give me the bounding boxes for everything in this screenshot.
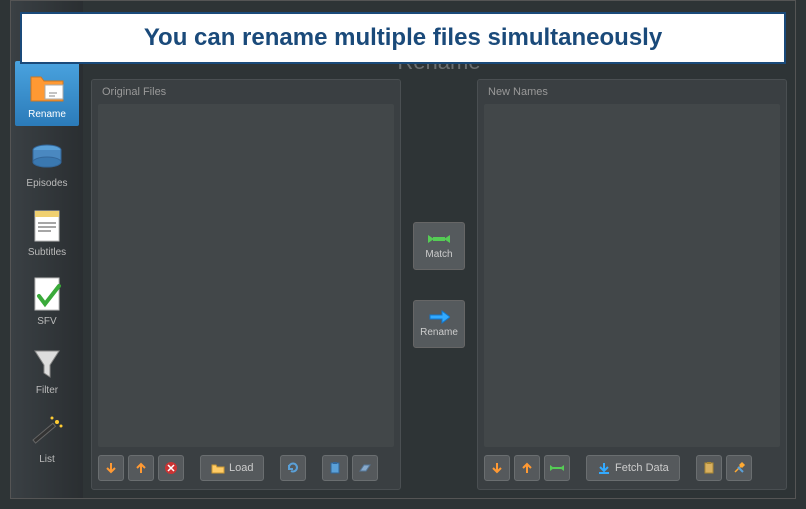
sidebar-item-label: Episodes bbox=[26, 178, 67, 189]
arrow-down-icon bbox=[104, 461, 118, 475]
fetch-data-button[interactable]: Fetch Data bbox=[586, 455, 680, 481]
sidebar-item-rename[interactable]: Rename bbox=[15, 61, 79, 126]
sidebar: Rename Episodes Subtitles bbox=[11, 1, 83, 498]
match-button-label: Match bbox=[425, 249, 452, 260]
clipboard-button[interactable] bbox=[696, 455, 722, 481]
folder-icon bbox=[211, 461, 225, 475]
new-names-header: New Names bbox=[478, 80, 786, 104]
clipboard-icon bbox=[702, 461, 716, 475]
sidebar-item-label: Rename bbox=[28, 109, 66, 120]
load-button[interactable]: Load bbox=[200, 455, 264, 481]
new-names-panel: New Names Fetch Data bbox=[477, 79, 787, 490]
sidebar-item-filter[interactable]: Filter bbox=[11, 337, 83, 402]
sidebar-item-list[interactable]: List bbox=[11, 406, 83, 471]
sidebar-item-sfv[interactable]: SFV bbox=[11, 268, 83, 333]
clear-icon bbox=[358, 461, 372, 475]
tools-icon bbox=[732, 461, 746, 475]
notepad-icon bbox=[27, 205, 67, 245]
annotation-banner: You can rename multiple files simultaneo… bbox=[20, 12, 786, 64]
fetch-icon bbox=[597, 461, 611, 475]
fetch-data-label: Fetch Data bbox=[615, 462, 669, 474]
sidebar-item-episodes[interactable]: Episodes bbox=[11, 130, 83, 195]
original-files-list[interactable] bbox=[98, 104, 394, 447]
move-down-button[interactable] bbox=[98, 455, 124, 481]
new-names-toolbar: Fetch Data bbox=[478, 447, 786, 489]
match-button[interactable]: Match bbox=[413, 222, 465, 270]
sidebar-item-label: Filter bbox=[36, 385, 58, 396]
match-icon bbox=[428, 231, 450, 247]
settings-button[interactable] bbox=[726, 455, 752, 481]
swap-button[interactable] bbox=[544, 455, 570, 481]
disc-icon bbox=[27, 136, 67, 176]
original-files-toolbar: Load bbox=[92, 447, 400, 489]
move-up-button[interactable] bbox=[128, 455, 154, 481]
center-actions: Match Rename bbox=[409, 79, 469, 490]
new-names-list[interactable] bbox=[484, 104, 780, 447]
rename-button[interactable]: Rename bbox=[413, 300, 465, 348]
folder-rename-icon bbox=[27, 67, 67, 107]
main-area: Rename Original Files bbox=[83, 1, 795, 498]
refresh-icon bbox=[286, 461, 300, 475]
checkdoc-icon bbox=[27, 274, 67, 314]
clipboard-button[interactable] bbox=[322, 455, 348, 481]
sidebar-item-label: Subtitles bbox=[28, 247, 66, 258]
clear-button[interactable] bbox=[352, 455, 378, 481]
sidebar-item-subtitles[interactable]: Subtitles bbox=[11, 199, 83, 264]
wand-icon bbox=[27, 412, 67, 452]
funnel-icon bbox=[27, 343, 67, 383]
swap-icon bbox=[550, 461, 564, 475]
load-button-label: Load bbox=[229, 462, 253, 474]
sidebar-item-label: List bbox=[39, 454, 55, 465]
arrow-up-icon bbox=[134, 461, 148, 475]
refresh-button[interactable] bbox=[280, 455, 306, 481]
remove-icon bbox=[164, 461, 178, 475]
remove-button[interactable] bbox=[158, 455, 184, 481]
move-up-button[interactable] bbox=[514, 455, 540, 481]
rename-button-label: Rename bbox=[420, 327, 458, 338]
rename-arrow-icon bbox=[428, 309, 450, 325]
original-files-header: Original Files bbox=[92, 80, 400, 104]
original-files-panel: Original Files Load bbox=[91, 79, 401, 490]
sidebar-item-label: SFV bbox=[37, 316, 56, 327]
arrow-up-icon bbox=[520, 461, 534, 475]
annotation-banner-text: You can rename multiple files simultaneo… bbox=[144, 24, 662, 52]
arrow-down-icon bbox=[490, 461, 504, 475]
clipboard-icon bbox=[328, 461, 342, 475]
move-down-button[interactable] bbox=[484, 455, 510, 481]
